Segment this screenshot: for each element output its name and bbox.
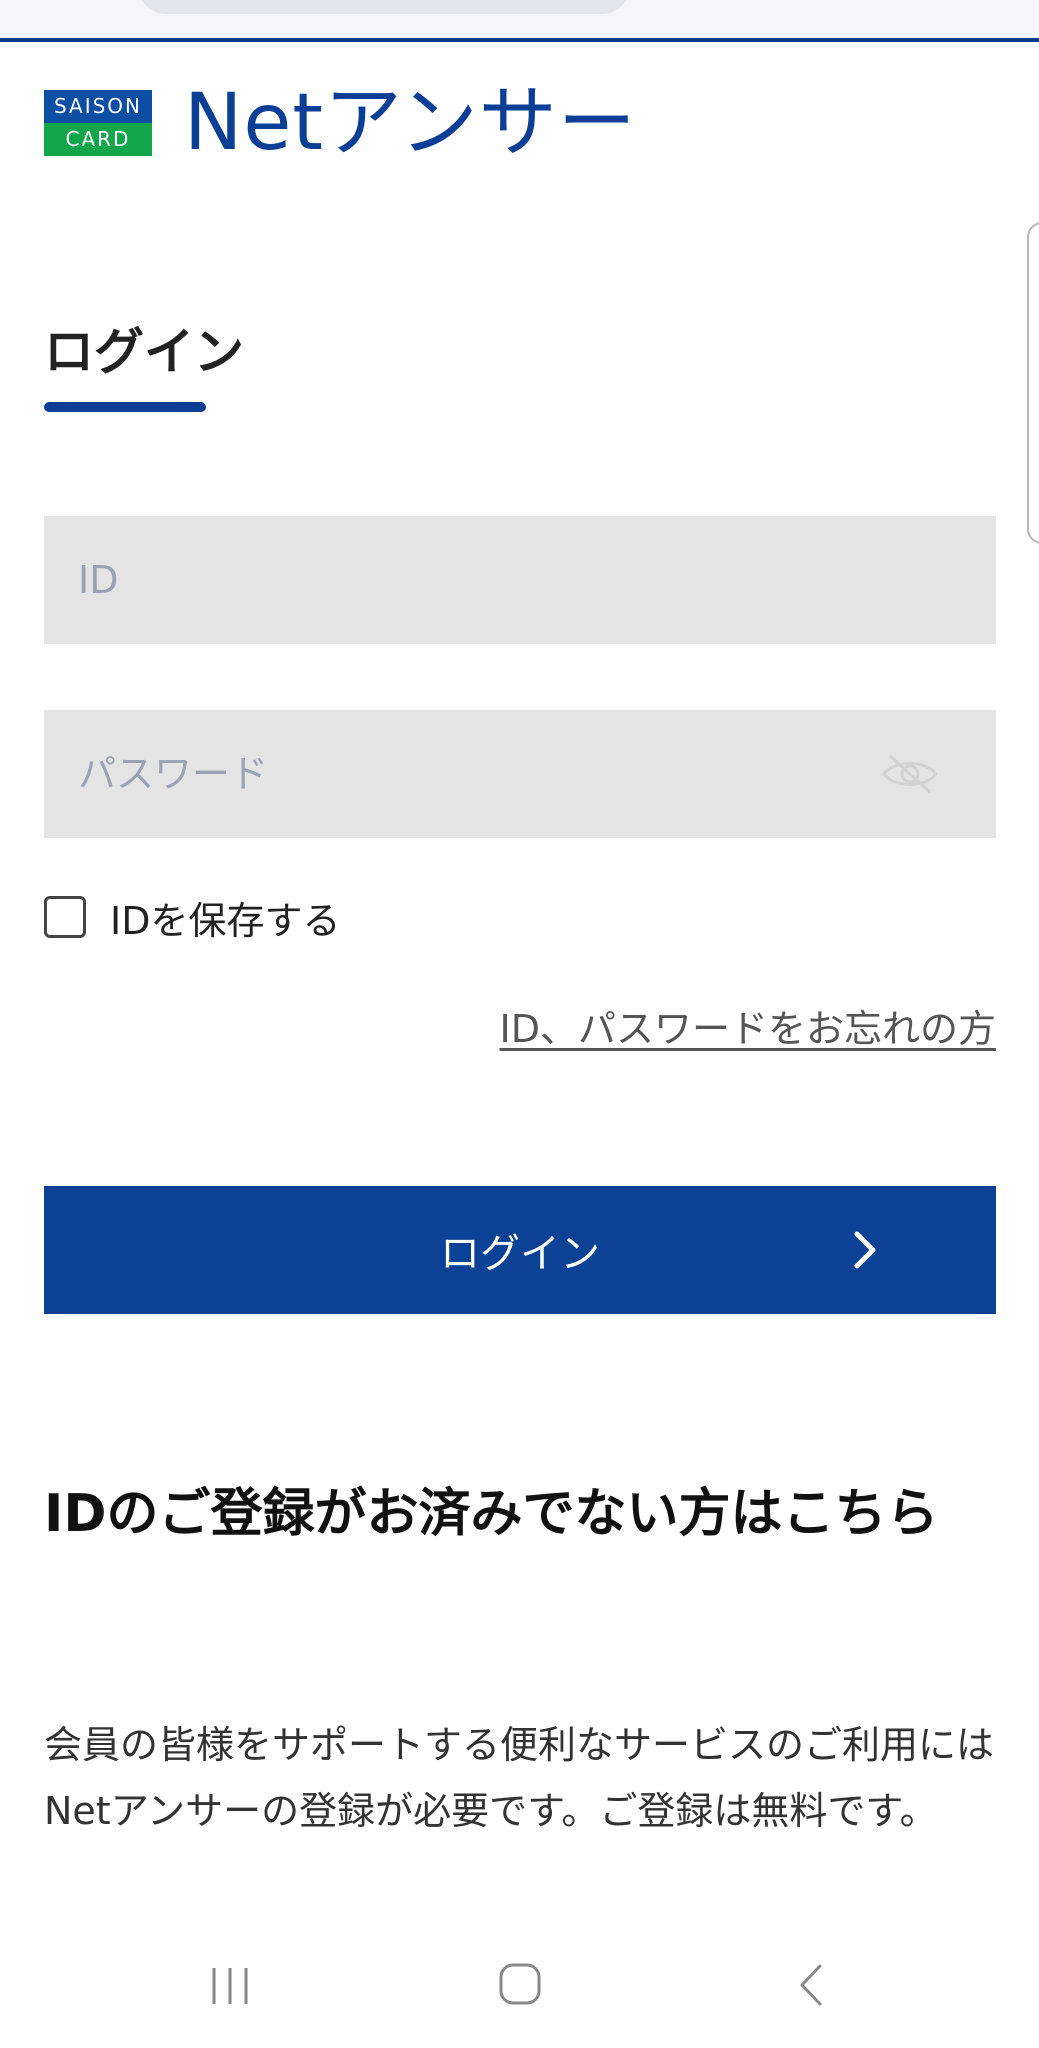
back-icon[interactable] [794, 1962, 828, 2008]
save-id-row[interactable]: IDを保存する [44, 894, 340, 943]
saison-card-logo: SAISON CARD [44, 90, 152, 156]
title-underline [44, 402, 206, 412]
address-bar[interactable] [138, 0, 630, 14]
logo-top-text: SAISON [44, 90, 152, 123]
id-input[interactable] [44, 516, 996, 644]
login-button-label: ログイン [440, 1231, 600, 1277]
logo-bottom-text: CARD [44, 123, 152, 156]
browser-top-bar [0, 0, 1039, 42]
forgot-credentials-link[interactable]: ID、パスワードをお忘れの方 [500, 998, 996, 1053]
password-field-container [44, 710, 996, 838]
login-button[interactable]: ログイン [44, 1186, 996, 1314]
registration-description: 会員の皆様をサポートする便利なサービスのご利用にはNetアンサーの登録が必要です… [44, 1723, 995, 1833]
recents-icon[interactable] [208, 1964, 252, 2008]
chevron-right-icon [854, 1231, 876, 1269]
save-id-checkbox[interactable] [44, 896, 86, 938]
page-title: ログイン [44, 323, 244, 381]
save-id-label[interactable]: IDを保存する [110, 890, 340, 945]
side-panel-handle[interactable] [1027, 222, 1039, 544]
system-navigation-bar [0, 1936, 1039, 2048]
eye-slash-icon[interactable] [880, 752, 940, 796]
id-field-container [44, 516, 996, 644]
password-input[interactable] [44, 710, 996, 838]
home-icon[interactable] [498, 1962, 542, 2006]
brand-name: Netアンサー [184, 78, 637, 168]
registration-heading[interactable]: IDのご登録がお済みでない方はこちら [44, 1470, 984, 1558]
